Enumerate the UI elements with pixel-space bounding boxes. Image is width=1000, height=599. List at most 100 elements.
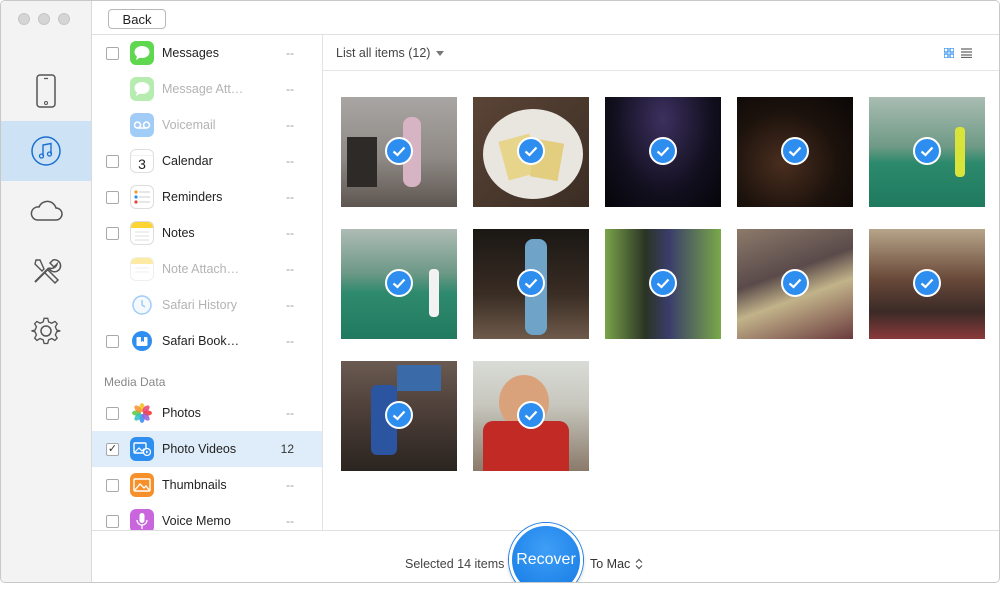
section-label-media-data: Media Data (104, 375, 166, 389)
category-label: Messages (162, 46, 219, 60)
category-row-safari-bookmarks[interactable]: Safari Book… -- (92, 323, 322, 359)
checkmark-icon[interactable] (649, 137, 677, 165)
checkmark-icon[interactable] (517, 401, 545, 429)
checkmark-icon[interactable] (913, 269, 941, 297)
rail-item-itunes[interactable] (1, 121, 91, 181)
note-attachments-icon (130, 257, 154, 281)
category-count: -- (286, 82, 294, 96)
chevron-down-icon (436, 50, 445, 56)
category-label: Photos (162, 406, 201, 420)
category-label: Safari Book… (162, 334, 240, 348)
category-label: Note Attach… (162, 262, 240, 276)
category-count: 12 (280, 442, 294, 456)
checkmark-icon[interactable] (781, 137, 809, 165)
category-label: Reminders (162, 190, 223, 204)
tools-icon (34, 259, 62, 285)
voice-memo-icon (130, 509, 154, 530)
checkmark-icon[interactable] (385, 137, 413, 165)
photo-thumbnail[interactable] (869, 97, 985, 207)
category-checkbox[interactable] (106, 514, 119, 528)
music-note-icon (31, 136, 61, 166)
category-checkbox[interactable] (106, 478, 119, 492)
category-row-voice-memo[interactable]: Voice Memo -- (92, 503, 322, 530)
category-checkbox[interactable] (106, 46, 119, 60)
safari-history-icon (130, 293, 154, 317)
recover-button[interactable]: Recover (509, 523, 583, 582)
photo-thumbnail[interactable] (605, 229, 721, 339)
category-count: -- (286, 118, 294, 132)
category-row-thumbnails[interactable]: Thumbnails -- (92, 467, 322, 503)
photo-thumbnail[interactable] (341, 361, 457, 471)
checkmark-icon[interactable] (781, 269, 809, 297)
category-checkbox[interactable] (106, 334, 119, 348)
back-button[interactable]: Back (108, 9, 166, 29)
photo-thumbnail[interactable] (737, 229, 853, 339)
calendar-icon: 3 (130, 149, 154, 173)
photo-thumbnail[interactable] (473, 229, 589, 339)
category-label: Calendar (162, 154, 213, 168)
photo-thumbnail[interactable] (605, 97, 721, 207)
category-list: Messages -- Message Att… -- Voicemail --… (92, 35, 323, 530)
category-row-photo-videos[interactable]: ✓ Photo Videos 12 (92, 431, 322, 467)
photo-thumbnail[interactable] (737, 97, 853, 207)
reminders-icon (130, 185, 154, 209)
category-count: -- (286, 154, 294, 168)
category-count: -- (286, 298, 294, 312)
category-checkbox[interactable] (106, 154, 119, 168)
photo-thumbnail[interactable] (473, 97, 589, 207)
category-row-notes[interactable]: Notes -- (92, 215, 322, 251)
category-count: -- (286, 46, 294, 60)
photo-thumbnail[interactable] (341, 229, 457, 339)
cloud-icon (30, 200, 63, 221)
checkmark-icon[interactable] (385, 401, 413, 429)
footer-bar: Selected 14 items Recover To Mac (92, 523, 999, 582)
safari-bookmarks-icon (130, 329, 154, 353)
thumbnails-icon (130, 473, 154, 497)
messages-icon (130, 41, 154, 65)
list-filter-label: List all items (12) (336, 46, 431, 60)
category-row-messages[interactable]: Messages -- (92, 35, 322, 71)
category-label: Notes (162, 226, 195, 240)
checkmark-icon[interactable] (517, 269, 545, 297)
rail-item-icloud[interactable] (1, 181, 91, 241)
category-row-calendar[interactable]: 3 Calendar -- (92, 143, 322, 179)
checkmark-icon[interactable] (649, 269, 677, 297)
photo-thumbnail[interactable] (341, 97, 457, 207)
app-window: Back Messages -- Message Att… -- Voicema… (0, 0, 1000, 583)
rail-item-settings[interactable] (1, 301, 91, 361)
category-label: Message Att… (162, 82, 244, 96)
category-count: -- (286, 190, 294, 204)
category-label: Thumbnails (162, 478, 227, 492)
rail-item-tools[interactable] (1, 241, 91, 301)
content-header: List all items (12) (323, 35, 999, 71)
gear-icon (31, 317, 61, 345)
category-row-reminders[interactable]: Reminders -- (92, 179, 322, 215)
category-row-photos[interactable]: Photos -- (92, 395, 322, 431)
category-count: -- (286, 478, 294, 492)
category-row-note-attachments: Note Attach… -- (92, 251, 322, 287)
category-label: Voicemail (162, 118, 216, 132)
close-window-button[interactable] (18, 13, 30, 25)
category-count: -- (286, 226, 294, 240)
notes-icon (130, 221, 154, 245)
list-view-icon[interactable] (961, 48, 972, 58)
minimize-window-button[interactable] (38, 13, 50, 25)
category-checkbox[interactable] (106, 406, 119, 420)
checkmark-icon[interactable] (385, 269, 413, 297)
destination-select[interactable]: To Mac (590, 557, 643, 571)
list-filter-dropdown[interactable]: List all items (12) (336, 46, 445, 60)
category-row-message-attachments: Message Att… -- (92, 71, 322, 107)
zoom-window-button[interactable] (58, 13, 70, 25)
category-count: -- (286, 406, 294, 420)
category-checkbox-checked[interactable]: ✓ (106, 442, 119, 456)
photo-thumbnail[interactable] (473, 361, 589, 471)
category-checkbox[interactable] (106, 190, 119, 204)
grid-view-icon[interactable] (944, 48, 954, 58)
sidebar-rail (1, 1, 92, 582)
photo-thumbnail[interactable] (869, 229, 985, 339)
rail-item-device[interactable] (1, 61, 91, 121)
category-checkbox[interactable] (106, 226, 119, 240)
checkmark-icon[interactable] (517, 137, 545, 165)
photo-videos-icon (130, 437, 154, 461)
checkmark-icon[interactable] (913, 137, 941, 165)
